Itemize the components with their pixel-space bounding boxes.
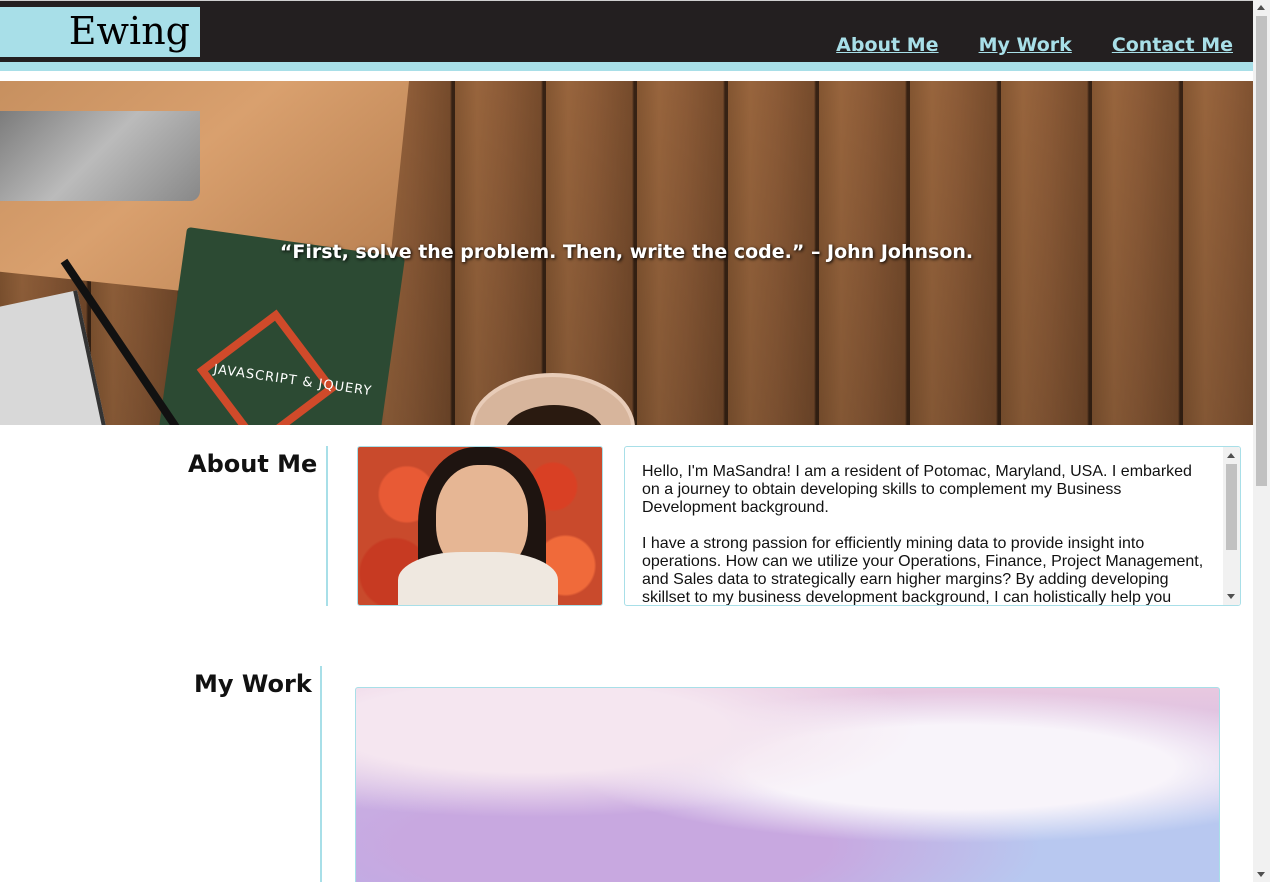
about-divider [326,446,328,606]
about-me-heading: About Me [188,450,318,478]
hero-quote: “First, solve the problem. Then, write t… [279,241,974,263]
page-scrollbar[interactable] [1253,0,1270,882]
logo-text: Ewing [68,9,190,53]
work-divider [320,666,322,882]
scroll-up-arrow-icon[interactable] [1227,453,1235,458]
about-scroll-thumb[interactable] [1226,464,1237,550]
page-scroll-thumb[interactable] [1256,16,1267,486]
profile-photo [357,446,603,606]
page-scroll-up-arrow-icon[interactable] [1257,5,1265,10]
main-nav: About Me My Work Contact Me [836,34,1233,56]
coffee-image [504,405,604,425]
about-paragraph-2: I have a strong passion for efficiently … [642,535,1204,606]
photo-sweater [398,552,558,605]
site-header: Ewing About Me My Work Contact Me [0,0,1253,62]
about-paragraph-1: Hello, I'm MaSandra! I am a resident of … [642,463,1192,516]
logo[interactable]: Ewing [0,7,200,57]
coffee-cup-image [470,373,635,425]
about-text: Hello, I'm MaSandra! I am a resident of … [642,463,1207,606]
header-accent-bar [0,62,1253,71]
nav-about-me-link[interactable]: About Me [836,34,938,56]
nav-my-work-link[interactable]: My Work [979,34,1072,56]
my-work-heading: My Work [194,670,312,698]
scroll-down-arrow-icon[interactable] [1227,594,1235,599]
page-scroll-down-arrow-icon[interactable] [1257,872,1265,877]
laptop-metal-image [0,111,200,201]
about-text-box[interactable]: Hello, I'm MaSandra! I am a resident of … [624,446,1241,606]
nav-contact-me-link[interactable]: Contact Me [1112,34,1233,56]
work-project-image[interactable] [355,687,1220,882]
hero-banner: JAVASCRIPT & JQUERY “First, solve the pr… [0,81,1253,425]
about-scrollbar[interactable] [1223,447,1240,605]
